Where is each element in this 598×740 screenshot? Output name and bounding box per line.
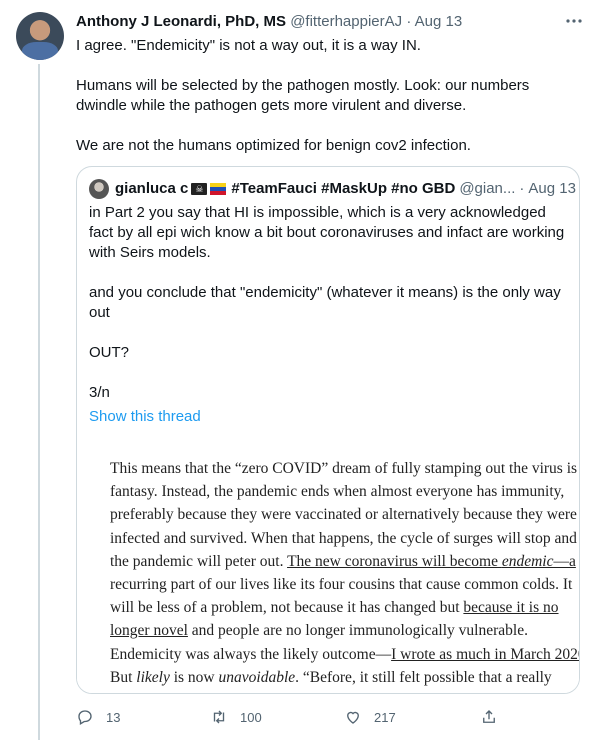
quoted-avatar (89, 179, 109, 199)
excerpt-line: the pandemic will peter out. The new cor… (110, 552, 576, 570)
excerpt-line: But likely is now unavoidable. “Before, … (110, 668, 552, 686)
excerpt-line: This means that the “zero COVID” dream o… (110, 460, 580, 477)
quoted-paragraph: 3/n (89, 384, 110, 401)
tweet-paragraph: I agree. "Endemicity" is not a way out, … (76, 37, 421, 54)
quoted-tweet[interactable]: gianluca c #TeamFauci #MaskUp #no GBD @g… (76, 166, 580, 694)
author-avatar[interactable] (16, 12, 64, 60)
tweet-date[interactable]: Aug 13 (415, 13, 463, 30)
retweet-icon (213, 710, 225, 724)
author-name[interactable]: Anthony J Leonardi, PhD, MS (76, 13, 286, 30)
excerpt-line: recurring part of our lives like its fou… (110, 575, 573, 593)
quoted-image[interactable]: This means that the “zero COVID” dream o… (77, 445, 580, 693)
heart-icon (347, 711, 359, 724)
tweet-actions: 13 100 217 (76, 704, 516, 734)
tweet[interactable]: Anthony J Leonardi, PhD, MS @fitterhappi… (0, 0, 598, 740)
excerpt-line: longer novel and people are no longer im… (110, 622, 528, 640)
quoted-author-name: gianluca c (115, 180, 189, 197)
like-button[interactable]: 217 (344, 708, 396, 726)
quoted-separator: · (519, 180, 525, 197)
excerpt-line: Endemicity was always the likely outcome… (110, 645, 580, 663)
excerpt-line: fantasy. Instead, the pandemic ends when… (110, 483, 565, 501)
quoted-text: in Part 2 you say that HI is impossible,… (89, 203, 569, 403)
reply-button[interactable]: 13 (76, 708, 120, 726)
thread-line (38, 64, 40, 740)
tweet-paragraph: We are not the humans optimized for beni… (76, 137, 471, 154)
header-separator: · (406, 13, 412, 30)
quoted-date: Aug 13 (528, 180, 576, 197)
pirate-flag-icon (191, 183, 208, 195)
venezuela-flag-icon (210, 183, 227, 195)
excerpt-line: preferably because they were vaccinated … (110, 506, 577, 524)
reply-count: 13 (106, 709, 121, 725)
quoted-paragraph: OUT? (89, 344, 130, 361)
article-excerpt: This means that the “zero COVID” dream o… (110, 457, 580, 689)
tweet-header: Anthony J Leonardi, PhD, MS @fitterhappi… (76, 12, 462, 32)
like-count: 217 (374, 709, 396, 725)
tweet-text: I agree. "Endemicity" is not a way out, … (76, 36, 576, 156)
retweet-button[interactable]: 100 (210, 708, 262, 726)
author-handle[interactable]: @fitterhappierAJ (290, 13, 402, 30)
excerpt-line: will be less of a problem, not because i… (110, 599, 559, 617)
tweet-paragraph: Humans will be selected by the pathogen … (76, 77, 530, 114)
more-horizontal-icon[interactable] (562, 12, 586, 32)
share-icon (483, 710, 495, 723)
show-thread-link[interactable]: Show this thread (89, 407, 201, 427)
quoted-paragraph: in Part 2 you say that HI is impossible,… (89, 204, 565, 261)
quoted-paragraph: and you conclude that "endemicity" (what… (89, 284, 561, 321)
share-button[interactable] (480, 708, 510, 726)
reply-icon (78, 710, 92, 725)
retweet-count: 100 (240, 709, 262, 725)
quoted-author-tags: #TeamFauci #MaskUp #no GBD (231, 180, 456, 197)
quoted-author-handle: @gian... (459, 180, 516, 197)
excerpt-line: infected and survived. When that happens… (110, 529, 577, 547)
quoted-header: gianluca c #TeamFauci #MaskUp #no GBD @g… (89, 179, 576, 199)
